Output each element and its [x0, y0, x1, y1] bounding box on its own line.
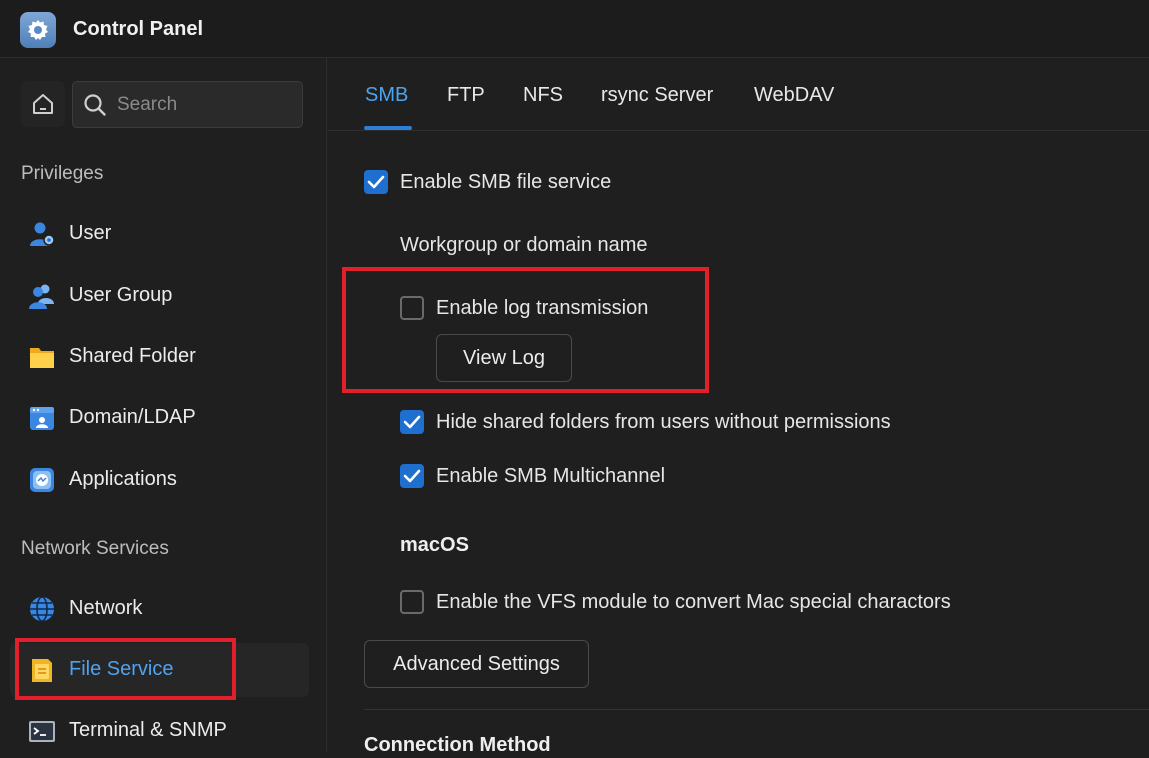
tab-ftp[interactable]: FTP	[447, 84, 485, 107]
tab-rsync-server[interactable]: rsync Server	[601, 84, 713, 107]
search-icon	[84, 94, 106, 116]
app-title: Control Panel	[73, 18, 204, 40]
divider	[364, 709, 1149, 710]
sidebar: Privileges User User Group Shared Folder	[0, 58, 327, 753]
sidebar-item-applications[interactable]: Applications	[10, 453, 309, 507]
sidebar-item-user-group[interactable]: User Group	[10, 269, 309, 323]
check-icon	[403, 469, 421, 483]
tab-bar: SMB FTP NFS rsync Server WebDAV	[328, 58, 1149, 131]
tab-webdav[interactable]: WebDAV	[754, 84, 834, 107]
sidebar-item-label: Terminal & SNMP	[69, 719, 227, 741]
file-service-icon	[32, 659, 52, 682]
view-log-button[interactable]: View Log	[436, 334, 572, 382]
sidebar-item-shared-folder[interactable]: Shared Folder	[10, 330, 309, 384]
hide-shared-label: Hide shared folders from users without p…	[436, 411, 891, 433]
section-title-network-services: Network Services	[21, 538, 169, 559]
workgroup-label: Workgroup or domain name	[400, 234, 648, 256]
enable-smb-label: Enable SMB file service	[400, 171, 612, 193]
home-icon	[33, 94, 53, 114]
user-icon	[30, 222, 55, 246]
log-transmission-checkbox[interactable]	[400, 296, 424, 320]
sidebar-item-label: File Service	[69, 658, 174, 680]
sidebar-item-label: User	[69, 222, 112, 244]
log-transmission-label: Enable log transmission	[436, 297, 649, 319]
enable-smb-checkbox[interactable]	[364, 170, 388, 194]
globe-icon	[30, 596, 54, 622]
macos-heading: macOS	[400, 534, 469, 556]
title-bar: Control Panel	[0, 0, 1149, 58]
multichannel-label: Enable SMB Multichannel	[436, 465, 666, 487]
connection-method-heading: Connection Method	[364, 734, 551, 756]
sidebar-item-file-service[interactable]: File Service	[10, 643, 309, 697]
gear-icon	[20, 12, 56, 48]
multichannel-checkbox[interactable]	[400, 464, 424, 488]
sidebar-item-label: Network	[69, 597, 143, 619]
hide-shared-checkbox[interactable]	[400, 410, 424, 434]
sidebar-item-network[interactable]: Network	[10, 582, 309, 636]
home-button[interactable]	[21, 81, 65, 127]
search-box[interactable]	[72, 81, 303, 128]
main-panel: SMB FTP NFS rsync Server WebDAV Enable S…	[328, 58, 1149, 756]
check-icon	[403, 415, 421, 429]
tab-nfs[interactable]: NFS	[523, 84, 563, 107]
sidebar-item-user[interactable]: User	[10, 207, 309, 261]
tab-smb[interactable]: SMB	[365, 84, 408, 107]
sidebar-item-domain-ldap[interactable]: Domain/LDAP	[10, 391, 309, 445]
folder-icon	[30, 348, 54, 368]
sidebar-item-label: User Group	[69, 284, 173, 306]
section-title-privileges: Privileges	[21, 163, 104, 184]
sidebar-item-label: Applications	[69, 468, 177, 490]
advanced-settings-button[interactable]: Advanced Settings	[364, 640, 589, 688]
domain-icon	[30, 407, 54, 430]
sidebar-item-label: Shared Folder	[69, 345, 196, 367]
applications-icon	[30, 468, 54, 492]
user-group-icon	[29, 284, 54, 309]
active-tab-indicator	[364, 126, 412, 130]
vfs-module-label: Enable the VFS module to convert Mac spe…	[436, 591, 951, 613]
search-input[interactable]	[115, 92, 295, 118]
sidebar-item-terminal-snmp[interactable]: Terminal & SNMP	[10, 704, 309, 758]
sidebar-item-label: Domain/LDAP	[69, 406, 196, 428]
check-icon	[367, 175, 385, 189]
vfs-module-checkbox[interactable]	[400, 590, 424, 614]
terminal-icon	[29, 721, 55, 742]
